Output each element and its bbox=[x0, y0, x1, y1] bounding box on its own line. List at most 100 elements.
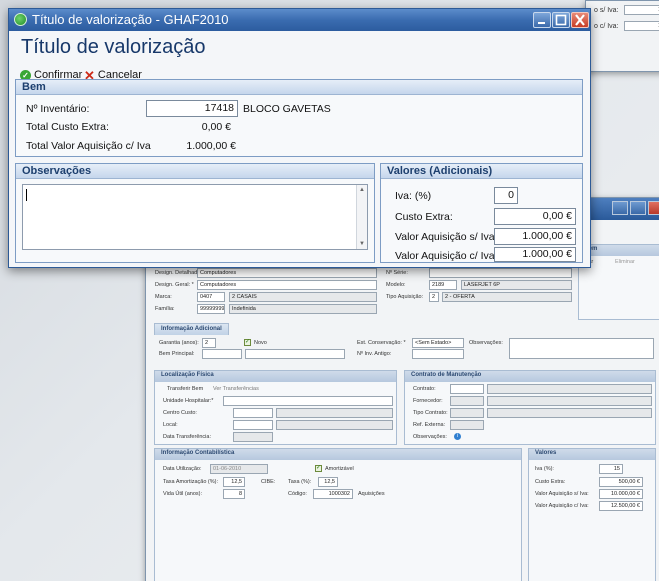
bg-est-conservacao-select[interactable]: <Sem Estado> bbox=[412, 338, 464, 348]
bg-val-com-iva-field[interactable]: 12.500,00 € bbox=[599, 501, 643, 511]
scroll-up-icon[interactable]: ▲ bbox=[357, 185, 367, 195]
bg-tipo-contrato-field bbox=[450, 408, 484, 418]
info-icon[interactable]: i bbox=[454, 433, 461, 440]
bg-dg-detalhada-field[interactable]: Computadores bbox=[197, 268, 377, 278]
bg-familia-code-field[interactable]: 99999999 bbox=[197, 304, 225, 314]
scrollbar[interactable]: ▲ ▼ bbox=[356, 185, 367, 249]
bg-est-conservacao-label: Est. Conservação: * bbox=[357, 340, 406, 346]
bg-fornecedor-field bbox=[450, 396, 484, 406]
bg-ident-section: Design. Detalhada: * Computadores Design… bbox=[149, 266, 574, 320]
bg-contrato-name-field bbox=[487, 384, 652, 394]
scroll-down-icon[interactable]: ▼ bbox=[357, 239, 367, 249]
bg-codigo-field[interactable]: 1000302 bbox=[313, 489, 353, 499]
bg-tipo-contrato-label: Tipo Contrato: bbox=[413, 410, 448, 416]
bg-dg-geral-field[interactable]: Computadores bbox=[197, 280, 377, 290]
bg-unidade-label: Unidade Hospitalar:* bbox=[163, 398, 214, 404]
valor-sem-iva-field[interactable]: 1.000,00 € bbox=[494, 228, 576, 245]
bg-local-field[interactable] bbox=[233, 420, 273, 430]
bem-panel-header: Bem bbox=[16, 80, 582, 95]
bg-nserie-field[interactable] bbox=[429, 268, 572, 278]
bg-amortizavel-checkbox[interactable]: ✓ bbox=[315, 465, 322, 472]
observacoes-textarea[interactable]: ▲ ▼ bbox=[22, 184, 368, 250]
bg-centro-field[interactable] bbox=[233, 408, 273, 418]
valorizacao-dialog: Título de valorização - GHAF2010 Título … bbox=[8, 8, 591, 268]
observacoes-panel: Observações ▲ ▼ bbox=[15, 163, 375, 263]
bg-unidade-field[interactable] bbox=[223, 396, 393, 406]
total-acquisition-label: Total Valor Aquisição c/ Iva bbox=[26, 140, 151, 152]
bg-fornecedor-label: Fornecedor: bbox=[413, 398, 443, 404]
bg-data-transf-label: Data Transferência: bbox=[163, 434, 211, 440]
bg-side-delete[interactable]: Eliminar bbox=[615, 259, 635, 265]
custo-extra-field[interactable]: 0,00 € bbox=[494, 208, 576, 225]
iva-label: Iva: (%) bbox=[395, 190, 432, 202]
bg-fornecedor-name-field bbox=[487, 396, 652, 406]
bg-val-custo-label: Custo Extra: bbox=[535, 479, 566, 485]
bg-contabilistica-section: Informação Contabilística Data Utilizaçã… bbox=[154, 448, 522, 581]
bg-vida-util-label: Vida Útil (anos): bbox=[163, 491, 203, 497]
bg-val-custo-field[interactable]: 500,00 € bbox=[599, 477, 643, 487]
bg-taxa-field[interactable]: 12,5 bbox=[318, 477, 338, 487]
bg-val-iva-field[interactable]: 15 bbox=[599, 464, 623, 474]
dialog-titlebar[interactable]: Título de valorização - GHAF2010 bbox=[9, 9, 590, 31]
bg-minimize-button[interactable] bbox=[612, 201, 628, 215]
bg-val-sem-iva-field[interactable]: 10.000,00 € bbox=[599, 489, 643, 499]
bg-contabilistica-title: Informação Contabilística bbox=[155, 449, 521, 460]
bg-novo-checkbox[interactable]: ✓ bbox=[244, 339, 251, 346]
background-window-top: o s/ Iva: 1 o c/ Iva: 1 bbox=[585, 0, 659, 72]
bg-manutencao-section: Contrato de Manutenção Contrato: Fornece… bbox=[404, 370, 656, 445]
bg-marca-code-field[interactable]: 0407 bbox=[197, 292, 225, 302]
minimize-icon bbox=[538, 22, 545, 24]
maximize-button[interactable] bbox=[552, 12, 570, 28]
dialog-title: Título de valorização - GHAF2010 bbox=[32, 12, 229, 27]
item-name: BLOCO GAVETAS bbox=[243, 103, 331, 115]
bg-valores-section: Valores Iva (%): 15 Custo Extra: 500,00 … bbox=[528, 448, 656, 581]
bg-n-inv-antigo-field[interactable] bbox=[412, 349, 464, 359]
bg-centro-name-field bbox=[276, 408, 393, 418]
bg-transferir-button[interactable]: Transferir Bem bbox=[167, 386, 203, 392]
bg-contrato-field[interactable] bbox=[450, 384, 484, 394]
bg-tipo-label: Tipo Aquisição: bbox=[386, 294, 424, 300]
bg-manutencao-title: Contrato de Manutenção bbox=[405, 371, 655, 382]
bg-codigo-label: Código: bbox=[288, 491, 307, 497]
bg-ref-externa-label: Ref. Externa: bbox=[413, 422, 446, 428]
bg-modelo-label: Modelo: bbox=[386, 282, 406, 288]
bg-maximize-button[interactable] bbox=[630, 201, 646, 215]
bg-marca-label: Marca: bbox=[155, 294, 172, 300]
close-button[interactable] bbox=[571, 12, 589, 28]
valores-panel: Valores (Adicionais) Iva: (%) 0 Custo Ex… bbox=[380, 163, 583, 263]
bg-tipo-name-field: 2 - OFERTA bbox=[442, 292, 572, 302]
minimize-button[interactable] bbox=[533, 12, 551, 28]
bg-tipo-contrato-name-field bbox=[487, 408, 652, 418]
bg-ver-transferencias-button[interactable]: Ver Transferências bbox=[213, 386, 259, 392]
iva-field[interactable]: 0 bbox=[494, 187, 518, 204]
bg-centro-label: Centro Custo: bbox=[163, 410, 197, 416]
bg-valores-title: Valores bbox=[529, 449, 655, 460]
bg-bem-principal-field-2[interactable] bbox=[245, 349, 345, 359]
bem-panel: Bem Nº Inventário: 17418 BLOCO GAVETAS T… bbox=[15, 79, 583, 157]
bg-garantia-field[interactable]: 2 bbox=[202, 338, 216, 348]
observacoes-panel-header: Observações bbox=[16, 164, 374, 179]
bg-contrato-label: Contrato: bbox=[413, 386, 436, 392]
bg-taxa-amort-label: Taxa Amortização (%): bbox=[163, 479, 219, 485]
valor-com-iva-field[interactable]: 1.000,00 € bbox=[494, 247, 576, 262]
bg-close-button[interactable] bbox=[648, 201, 659, 215]
valores-panel-header: Valores (Adicionais) bbox=[381, 164, 582, 179]
bg-amortizavel-label: Amortizável bbox=[325, 466, 354, 472]
bg-vida-util-field[interactable]: 8 bbox=[223, 489, 245, 499]
bg-val-iva-label: Iva (%): bbox=[535, 466, 554, 472]
bg-taxa-amort-field[interactable]: 12,5 bbox=[223, 477, 245, 487]
bg-data-utilizacao-field[interactable]: 01-06-2010 bbox=[210, 464, 268, 474]
close-icon bbox=[575, 14, 585, 26]
custo-extra-label: Custo Extra: bbox=[395, 211, 453, 223]
bg-tab-informacao-adicional[interactable]: Informação Adicional bbox=[154, 323, 229, 335]
bg-bem-principal-field[interactable] bbox=[202, 349, 242, 359]
bg-data-utilizacao-label: Data Utilização: bbox=[163, 466, 202, 472]
bg-modelo-code-field[interactable]: 2189 bbox=[429, 280, 457, 290]
bg-nserie-label: Nº Série: bbox=[386, 270, 408, 276]
bg-familia-name-field: Indefinida bbox=[229, 304, 377, 314]
bg-garantia-label: Garantia (anos): bbox=[159, 340, 199, 346]
inventory-field[interactable]: 17418 bbox=[146, 100, 238, 117]
bg-adicional-obs-field[interactable] bbox=[509, 338, 654, 359]
bg-top-row1-field: 1 bbox=[624, 5, 659, 15]
bg-tipo-code-field[interactable]: 2 bbox=[429, 292, 439, 302]
